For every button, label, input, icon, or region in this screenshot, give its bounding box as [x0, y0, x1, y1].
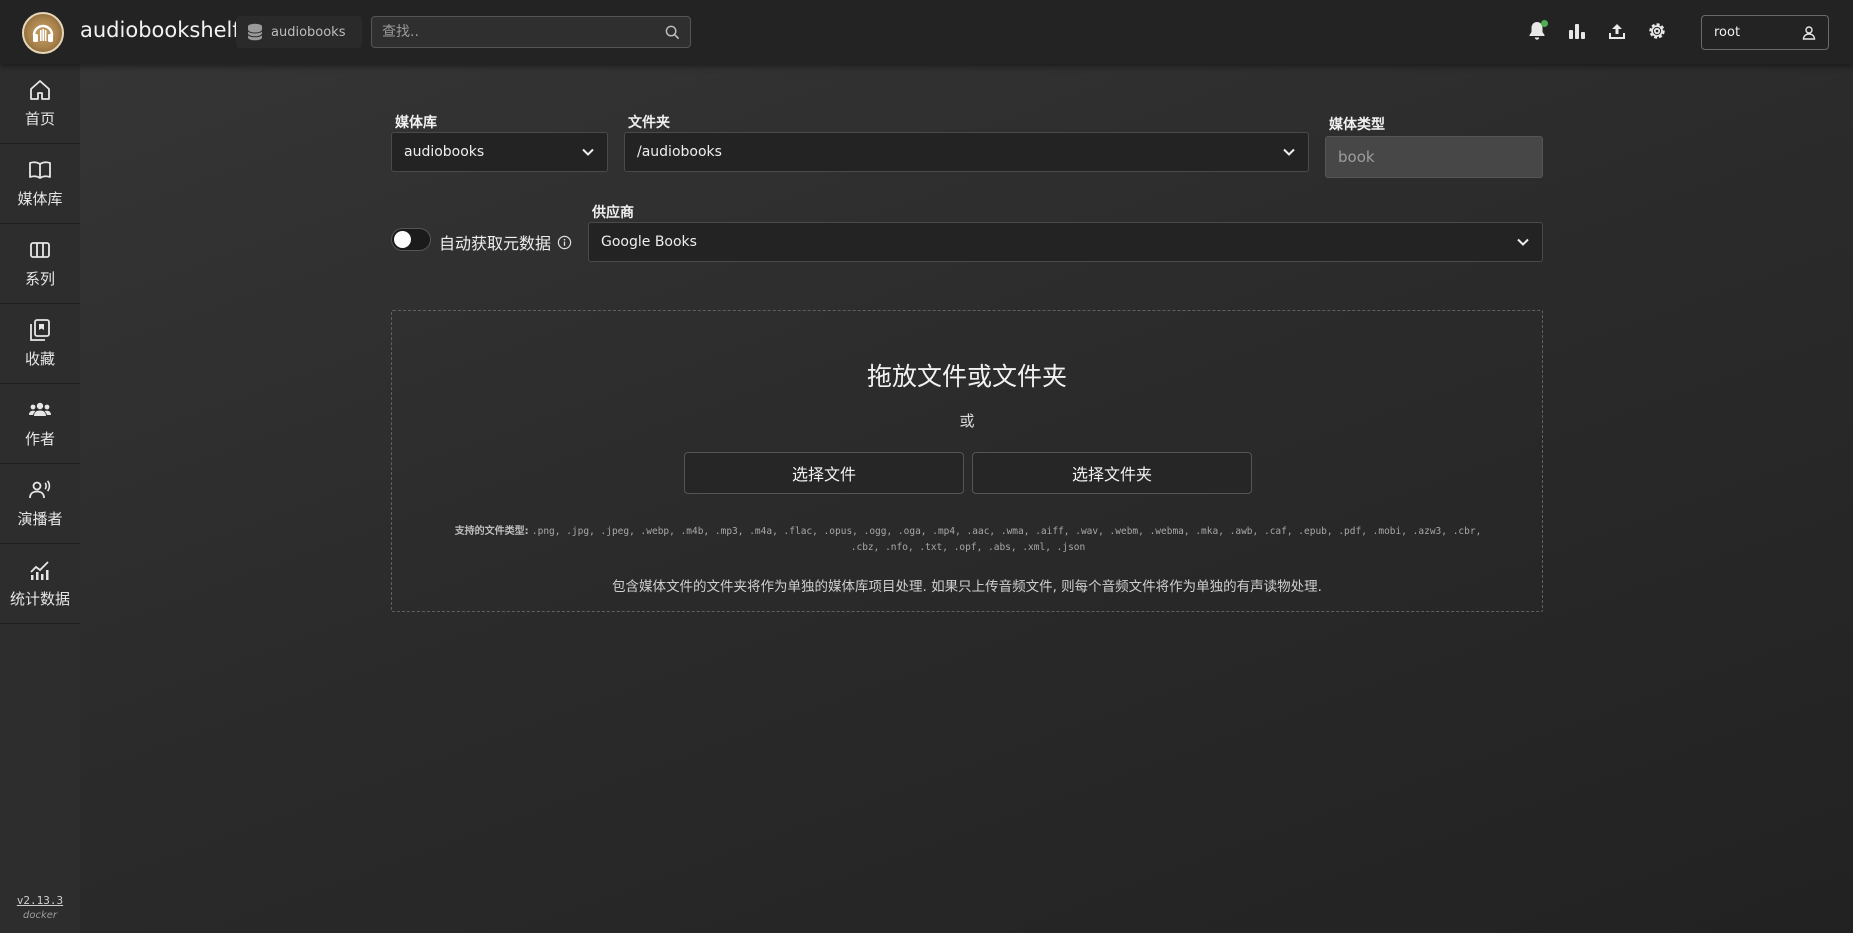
auto-fetch-option: 自动获取元数据 [439, 230, 572, 254]
provider-dropdown[interactable]: Google Books [588, 222, 1543, 262]
stats-button[interactable] [1566, 20, 1588, 42]
headphones-icon [32, 24, 54, 42]
notifications-button[interactable] [1526, 20, 1548, 42]
sidebar-item-series[interactable]: 系列 [0, 224, 80, 304]
media-type-label: 媒体类型 [1329, 117, 1385, 133]
choose-files-button[interactable]: 选择文件 [684, 452, 964, 494]
search-input[interactable] [382, 24, 665, 40]
folder-dropdown[interactable]: /audiobooks [624, 132, 1309, 172]
drop-zone-note: 包含媒体文件的文件夹将作为单独的媒体库项目处理. 如果只上传音频文件, 则每个音… [612, 579, 1322, 595]
sidebar-item-label: 统计数据 [9, 590, 70, 608]
sidebar-item-narrators[interactable]: 演播者 [0, 464, 80, 544]
drop-zone-or: 或 [959, 412, 975, 430]
drop-zone-title: 拖放文件或文件夹 [866, 362, 1067, 391]
sidebar-item-label: 媒体库 [17, 190, 63, 208]
library-dropdown[interactable]: audiobooks [391, 132, 608, 172]
library-selector[interactable]: audiobooks [236, 16, 362, 48]
sidebar-item-home[interactable]: 首页 [0, 64, 80, 144]
user-menu-button[interactable]: root [1701, 15, 1829, 50]
app-title[interactable]: audiobookshelf [80, 18, 240, 42]
supported-types-label: 支持的文件类型: [454, 526, 529, 537]
upload-page: 媒体库 audiobooks 文件夹 /audiobooks 媒体类型 book… [80, 64, 1853, 933]
chevron-down-icon [1517, 238, 1529, 246]
library-selector-label: audiobooks [271, 24, 346, 40]
database-icon [247, 23, 263, 41]
toggle-knob [394, 231, 411, 248]
sidebar-item-label: 作者 [24, 430, 55, 448]
sidebar-item-label: 首页 [24, 110, 55, 128]
home-icon [30, 80, 50, 100]
supported-types-list: .png, .jpg, .jpeg, .webp, .m4b, .mp3, .m… [531, 526, 1482, 553]
sidebar-item-authors[interactable]: 作者 [0, 384, 80, 464]
authors-icon [29, 402, 51, 416]
user-icon [1802, 25, 1816, 40]
settings-icon [1649, 23, 1665, 39]
sidebar-item-stats[interactable]: 统计数据 [0, 544, 80, 624]
settings-button[interactable] [1646, 20, 1668, 42]
provider-dropdown-value: Google Books [601, 234, 697, 250]
narrator-icon [29, 480, 51, 499]
library-dropdown-value: audiobooks [404, 144, 485, 160]
drop-zone[interactable]: 拖放文件或文件夹 或 选择文件 选择文件夹 支持的文件类型: .png, .jp… [391, 310, 1543, 612]
sidebar-item-library[interactable]: 媒体库 [0, 144, 80, 224]
media-type-field: book [1325, 136, 1543, 178]
sidebar-item-label: 演播者 [17, 510, 63, 528]
sidebar-item-label: 系列 [24, 270, 55, 288]
sidebar-item-label: 收藏 [24, 350, 55, 368]
notification-dot [1541, 20, 1548, 27]
auto-fetch-toggle[interactable] [391, 228, 431, 251]
header-actions [1526, 20, 1668, 42]
sidebar-item-collections[interactable]: 收藏 [0, 304, 80, 384]
build-type: docker [22, 910, 58, 921]
provider-label: 供应商 [592, 205, 634, 221]
stats-icon [30, 561, 49, 580]
upload-button[interactable] [1606, 20, 1628, 42]
book-icon [29, 161, 51, 179]
search-box[interactable] [371, 16, 691, 48]
info-icon[interactable] [557, 235, 572, 250]
chevron-down-icon [1283, 148, 1295, 156]
collection-icon [30, 319, 50, 341]
upload-icon [1609, 24, 1625, 39]
folder-label: 文件夹 [628, 115, 670, 131]
sidebar: 首页 媒体库 系列 收藏 作者 演播者 统计数据 v2.13.3 docker [0, 64, 80, 933]
username: root [1714, 25, 1741, 40]
version-link[interactable]: v2.13.3 [0, 894, 80, 907]
app-logo[interactable] [22, 12, 64, 54]
choose-folder-button[interactable]: 选择文件夹 [972, 452, 1252, 494]
library-label: 媒体库 [395, 115, 437, 131]
auto-fetch-label: 自动获取元数据 [439, 234, 552, 253]
supported-file-types: 支持的文件类型: .png, .jpg, .jpeg, .webp, .m4b,… [452, 524, 1484, 556]
top-bar: audiobookshelf audiobooks 查找.. root [0, 0, 1853, 64]
stats-icon [1569, 24, 1585, 39]
search-icon[interactable] [665, 25, 680, 40]
folder-dropdown-value: /audiobooks [637, 144, 722, 160]
series-icon [30, 242, 50, 258]
chevron-down-icon [582, 148, 594, 156]
